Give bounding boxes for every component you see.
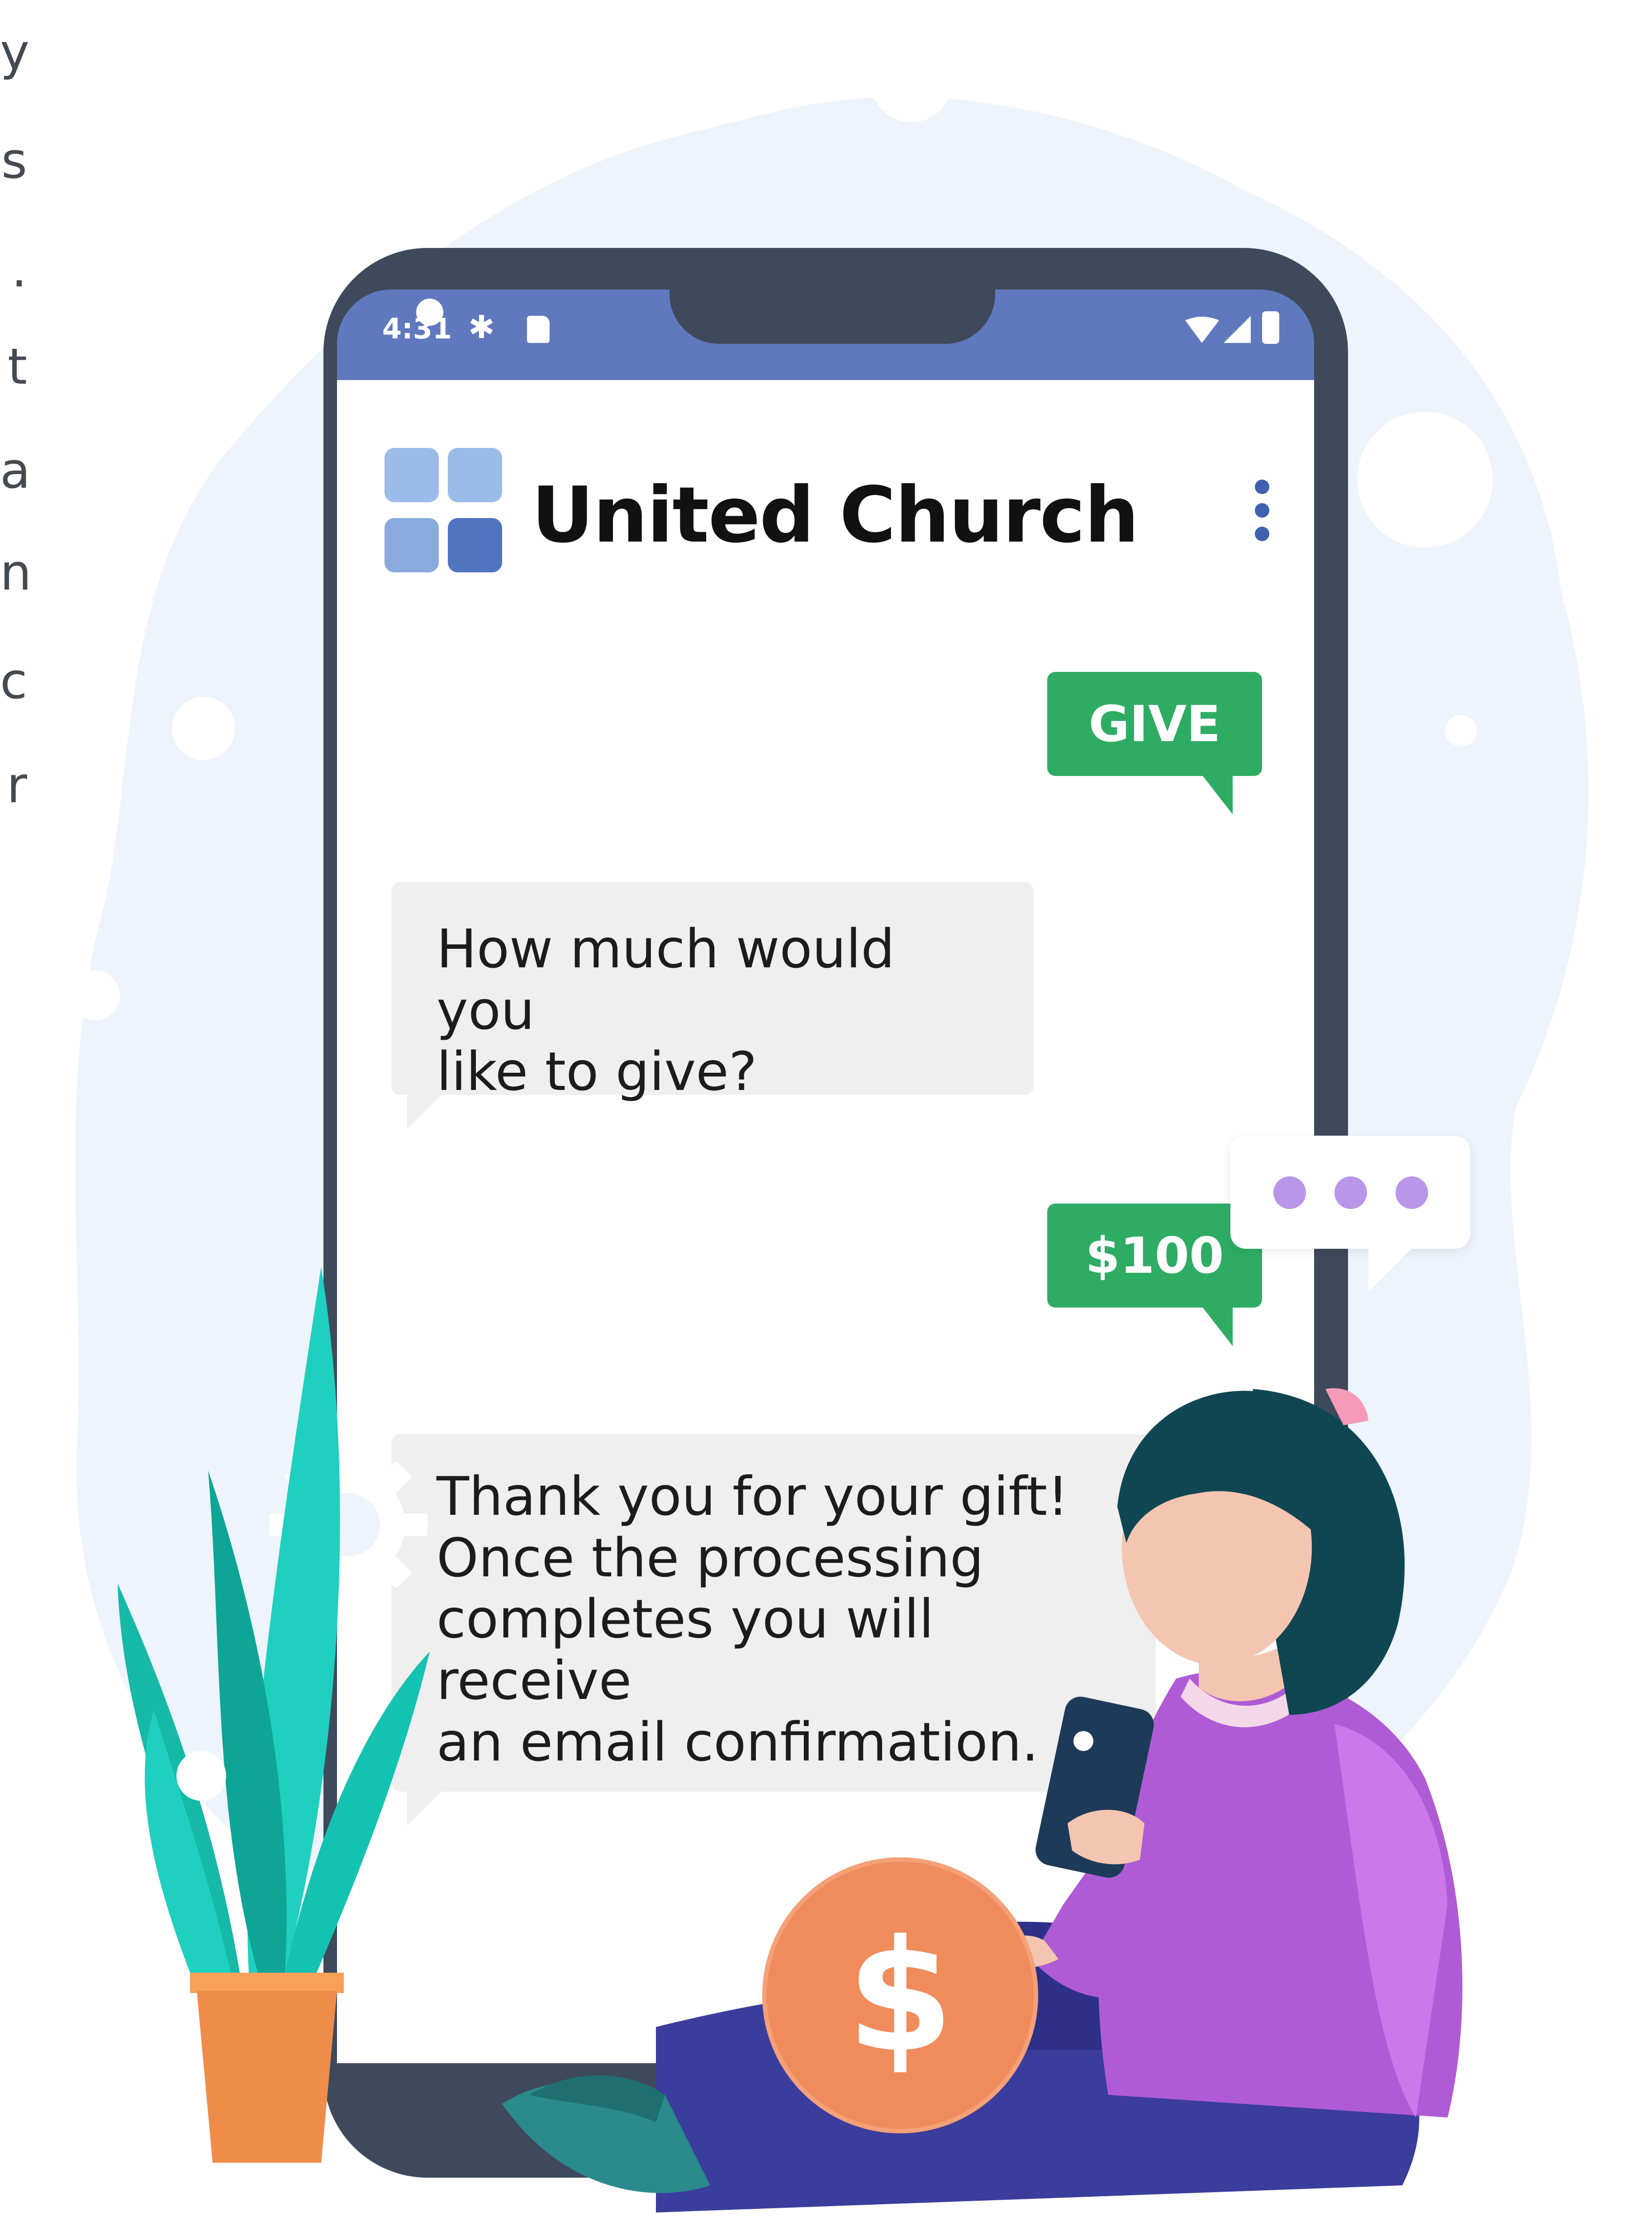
app-title: United Church — [532, 471, 1139, 560]
side-text-fragment: r — [6, 756, 27, 814]
bubble-tail — [1201, 1305, 1233, 1346]
menu-dot — [1255, 480, 1269, 494]
menu-dot — [1255, 527, 1269, 541]
user-message-bubble: GIVE — [1047, 672, 1262, 776]
more-vert-icon[interactable] — [1248, 480, 1276, 547]
typing-dot — [1334, 1176, 1367, 1209]
app-logo-tile — [448, 518, 502, 572]
side-text-fragment: s — [1, 132, 27, 190]
signal-icon — [1224, 316, 1251, 343]
typing-dot — [1273, 1176, 1306, 1209]
side-text-fragment: . — [11, 240, 27, 298]
menu-dot — [1255, 503, 1269, 518]
app-logo-tile — [385, 518, 439, 572]
battery-icon — [1262, 311, 1279, 344]
sd-card-icon — [527, 316, 550, 343]
side-text-fragment: n — [0, 543, 32, 601]
side-text-fragment: a — [0, 442, 31, 500]
dollar-sign-icon: $ — [847, 1907, 954, 2086]
app-logo-tile — [448, 448, 502, 502]
side-text-fragment: y — [0, 23, 30, 81]
bubble-tail — [1368, 1247, 1414, 1292]
wifi-icon — [1185, 317, 1219, 343]
bubble-tail — [407, 1093, 443, 1129]
typing-indicator — [1230, 1136, 1470, 1249]
front-camera — [416, 299, 443, 326]
side-text-fragment: t — [7, 338, 27, 395]
bubble-tail — [1201, 774, 1233, 814]
side-text-fragment: c — [0, 652, 28, 710]
woman-illustration: $ — [502, 1388, 1462, 2212]
bot-message-bubble: How much would you like to give? — [391, 882, 1034, 1102]
phone-notch — [669, 262, 995, 344]
plant-illustration — [118, 1267, 430, 2163]
app-logo-tile — [385, 448, 439, 502]
typing-dot — [1396, 1176, 1428, 1209]
settings-icon: ✱ — [468, 309, 495, 346]
user-message-bubble: $100 — [1047, 1204, 1262, 1308]
